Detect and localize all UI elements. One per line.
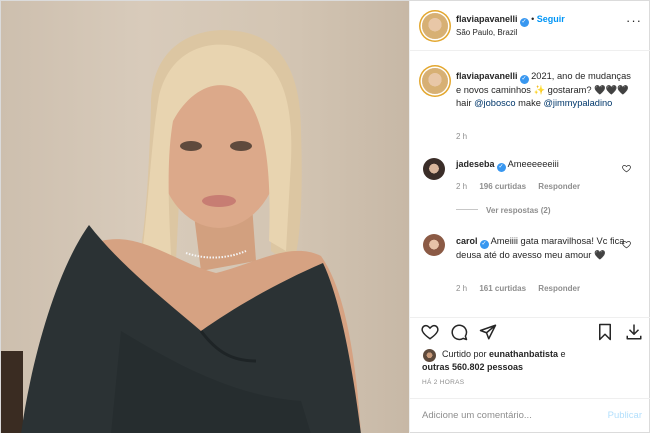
heart-icon[interactable] [421, 323, 439, 341]
mention-jobosco[interactable]: @jobosco [474, 98, 515, 108]
caption-text-2: make [515, 97, 544, 108]
comment-likes[interactable]: 196 curtidas [479, 182, 526, 191]
action-bar [410, 317, 650, 345]
caption-avatar[interactable] [422, 68, 448, 94]
more-icon[interactable]: ··· [626, 13, 642, 28]
verified-icon: ✓ [519, 18, 529, 27]
likes-others[interactable]: outras 560.802 pessoas [422, 362, 523, 372]
post-caption: flaviapavanelli ✓ 2021, ano de mudanças e… [456, 70, 636, 109]
right-eye [230, 141, 252, 151]
likes-middle: e [558, 349, 566, 359]
background-shelf [1, 351, 23, 433]
comment-input[interactable] [422, 410, 592, 421]
verified-icon: ✓ [479, 240, 489, 249]
post-header: flaviapavanelli ✓ • Seguir São Paulo, Bra… [410, 1, 650, 51]
comment-avatar-jadeseba[interactable] [423, 158, 445, 180]
comment-time[interactable]: 2 h [456, 182, 467, 191]
post-timestamp[interactable]: HÁ 2 HORAS [422, 379, 464, 386]
comment-jadeseba: jadeseba ✓ Ameeeeeeiii [456, 159, 559, 172]
post-side-panel: flaviapavanelli ✓ • Seguir São Paulo, Bra… [409, 1, 650, 433]
author-username[interactable]: flaviapavanelli [456, 14, 518, 24]
verified-icon: ✓ [519, 75, 529, 84]
portrait-illustration [1, 30, 361, 433]
caption-time[interactable]: 2 h [456, 132, 467, 141]
liker-avatar[interactable] [423, 349, 436, 362]
reply-button[interactable]: Responder [538, 284, 580, 293]
share-icon[interactable] [479, 323, 497, 341]
comment-icon[interactable] [450, 323, 468, 341]
comment-meta-jadeseba: 2 h 196 curtidas Responder [456, 182, 580, 191]
author-line: flaviapavanelli ✓ • Seguir [456, 14, 565, 27]
caption-username[interactable]: flaviapavanelli [456, 71, 518, 81]
comment-meta-carol: 2 h 161 curtidas Responder [456, 284, 580, 293]
view-replies-label[interactable]: Ver respostas (2) [486, 206, 550, 215]
author-avatar[interactable] [422, 13, 448, 39]
comment-username[interactable]: jadeseba [456, 159, 495, 169]
post-photo[interactable] [1, 1, 409, 433]
add-comment-bar: Publicar [410, 398, 650, 433]
comment-likes[interactable]: 161 curtidas [479, 284, 526, 293]
likes-prefix: Curtido por [442, 349, 490, 359]
comment-carol: carol ✓ Ameiiii gata maravilhosa! Vc fica… [456, 235, 636, 262]
left-eye [180, 141, 202, 151]
instagram-post: flaviapavanelli ✓ • Seguir São Paulo, Bra… [0, 0, 650, 433]
comment-heart-icon[interactable] [622, 164, 631, 173]
publish-button[interactable]: Publicar [608, 410, 642, 421]
comment-text: Ameeeeeeiii [505, 159, 559, 169]
comment-heart-icon[interactable] [622, 240, 631, 249]
comment-time[interactable]: 2 h [456, 284, 467, 293]
likes-line-1: Curtido por eunathanbatista e [442, 349, 566, 359]
verified-icon: ✓ [496, 163, 506, 172]
bookmark-icon[interactable] [596, 323, 614, 341]
comment-avatar-carol[interactable] [423, 234, 445, 256]
author-location[interactable]: São Paulo, Brazil [456, 28, 517, 37]
view-replies[interactable]: Ver respostas (2) [456, 206, 550, 215]
download-icon[interactable] [625, 323, 643, 341]
follow-button[interactable]: Seguir [537, 14, 565, 24]
reply-button[interactable]: Responder [538, 182, 580, 191]
comment-username[interactable]: carol [456, 236, 478, 246]
liker-username[interactable]: eunathanbatista [489, 349, 558, 359]
mention-jimmypaladino[interactable]: @jimmypaladino [543, 98, 612, 108]
header-dot: • [531, 14, 535, 24]
lips [202, 195, 236, 207]
replies-line [456, 209, 478, 210]
